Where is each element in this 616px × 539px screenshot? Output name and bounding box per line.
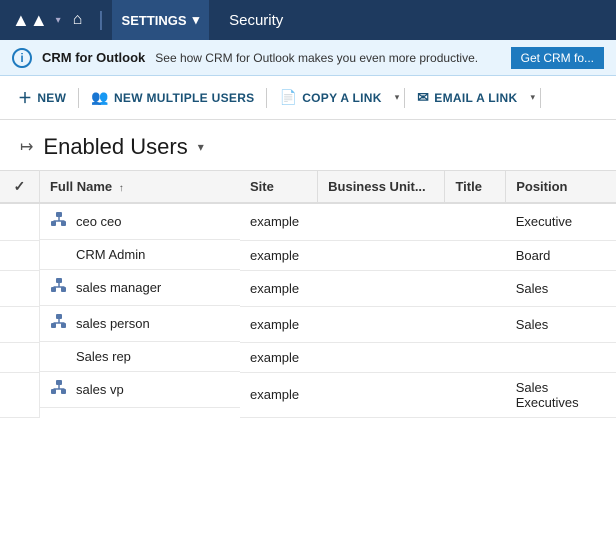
header-checkbox[interactable]: ✓ — [14, 178, 26, 194]
row-bunit-cell — [318, 306, 445, 342]
row-position-cell: Sales Executives — [506, 372, 616, 417]
row-title-cell — [445, 372, 506, 417]
email-link-button[interactable]: ✉ EMAIL A LINK — [407, 84, 527, 111]
toolbar: ＋ NEW 👥 NEW MULTIPLE USERS 📄 COPY A LINK… — [0, 76, 616, 120]
copy-link-label: COPY A LINK — [302, 91, 382, 105]
row-title-cell — [445, 342, 506, 372]
row-bunit-cell — [318, 203, 445, 240]
row-checkbox-cell[interactable] — [0, 240, 39, 270]
get-crm-button[interactable]: Get CRM fo... — [511, 47, 604, 69]
page-title: Security — [213, 12, 283, 29]
row-bunit-cell — [318, 342, 445, 372]
toolbar-separator-1 — [78, 88, 79, 108]
row-site-cell: example — [240, 270, 318, 306]
col-header-title[interactable]: Title — [445, 171, 506, 204]
user-hierarchy-icon — [50, 277, 68, 298]
users-icon: 👥 — [91, 89, 109, 106]
nav-bar: ▲▲ ▾ ⌂ | SETTINGS ▾ Security — [0, 0, 616, 40]
table-row: sales person example Sales — [0, 306, 616, 342]
users-table: ✓ Full Name ↑ Site Business Unit... Titl… — [0, 170, 616, 418]
view-title: Enabled Users — [43, 134, 187, 160]
row-position-cell: Board — [506, 240, 616, 270]
row-checkbox-cell[interactable] — [0, 372, 39, 417]
row-position-cell — [506, 342, 616, 372]
copy-icon: 📄 — [279, 89, 297, 106]
email-link-label: EMAIL A LINK — [434, 91, 517, 105]
sort-icon: ↑ — [119, 183, 124, 194]
row-site-cell: example — [240, 372, 318, 417]
email-caret[interactable]: ▾ — [527, 87, 538, 108]
user-name: sales person — [76, 316, 150, 331]
plus-icon: ＋ — [18, 88, 32, 108]
row-bunit-cell — [318, 240, 445, 270]
table-row: Sales rep example — [0, 342, 616, 372]
row-title-cell — [445, 306, 506, 342]
banner-text: See how CRM for Outlook makes you even m… — [155, 51, 478, 65]
row-checkbox-cell[interactable] — [0, 306, 39, 342]
toolbar-separator-3 — [404, 88, 405, 108]
new-multiple-button[interactable]: 👥 NEW MULTIPLE USERS — [81, 84, 264, 111]
settings-label: SETTINGS — [122, 13, 187, 28]
settings-button[interactable]: SETTINGS ▾ — [112, 0, 210, 40]
toolbar-separator-2 — [266, 88, 267, 108]
toolbar-separator-4 — [540, 88, 541, 108]
row-checkbox-cell[interactable] — [0, 270, 39, 306]
crm-banner: i CRM for Outlook See how CRM for Outloo… — [0, 40, 616, 76]
new-multiple-label: NEW MULTIPLE USERS — [114, 91, 255, 105]
user-name: ceo ceo — [76, 214, 122, 229]
row-title-cell — [445, 240, 506, 270]
table-row: sales vp example Sales Executives — [0, 372, 616, 417]
user-name: sales vp — [76, 382, 124, 397]
row-site-cell: example — [240, 203, 318, 240]
col-header-position[interactable]: Position — [506, 171, 616, 204]
row-position-cell: Sales — [506, 270, 616, 306]
user-hierarchy-icon — [50, 379, 68, 400]
banner-title: CRM for Outlook — [42, 50, 145, 65]
row-name-cell: sales manager — [40, 270, 240, 306]
row-site-cell: example — [240, 306, 318, 342]
col-header-check[interactable]: ✓ — [0, 171, 39, 204]
home-icon[interactable]: ⌂ — [65, 11, 91, 29]
user-name: sales manager — [76, 280, 161, 295]
settings-caret: ▾ — [193, 12, 200, 28]
col-header-site[interactable]: Site — [240, 171, 318, 204]
email-icon: ✉ — [417, 89, 429, 106]
row-bunit-cell — [318, 372, 445, 417]
page-heading: ↦ Enabled Users ▾ — [0, 120, 616, 170]
row-name-cell: sales vp — [40, 372, 240, 408]
logo-caret[interactable]: ▾ — [56, 15, 61, 26]
row-bunit-cell — [318, 270, 445, 306]
row-title-cell — [445, 203, 506, 240]
nav-separator: | — [98, 9, 103, 32]
pin-icon: ↦ — [20, 137, 33, 157]
row-title-cell — [445, 270, 506, 306]
row-checkbox-cell[interactable] — [0, 203, 39, 240]
copy-caret[interactable]: ▾ — [392, 87, 403, 108]
row-name-cell: Sales rep — [40, 342, 240, 372]
table-row: CRM Admin example Board — [0, 240, 616, 270]
row-name-cell: ceo ceo — [40, 204, 240, 240]
col-header-bunit[interactable]: Business Unit... — [318, 171, 445, 204]
new-label: NEW — [37, 91, 66, 105]
new-button[interactable]: ＋ NEW — [8, 83, 76, 113]
row-site-cell: example — [240, 240, 318, 270]
row-name-cell: CRM Admin — [40, 240, 240, 270]
user-hierarchy-icon — [50, 211, 68, 232]
row-site-cell: example — [240, 342, 318, 372]
table-row: sales manager example Sales — [0, 270, 616, 306]
col-header-fullname[interactable]: Full Name ↑ — [39, 171, 240, 204]
row-checkbox-cell[interactable] — [0, 342, 39, 372]
user-name: Sales rep — [76, 349, 131, 364]
copy-link-button[interactable]: 📄 COPY A LINK — [269, 84, 391, 111]
table-row: ceo ceo example Executive — [0, 203, 616, 240]
view-caret[interactable]: ▾ — [198, 140, 204, 154]
user-name: CRM Admin — [76, 247, 145, 262]
user-hierarchy-icon — [50, 313, 68, 334]
row-name-cell: sales person — [40, 306, 240, 342]
info-icon: i — [12, 48, 32, 68]
row-position-cell: Sales — [506, 306, 616, 342]
row-position-cell: Executive — [506, 203, 616, 240]
app-logo: ▲▲ — [8, 10, 52, 31]
